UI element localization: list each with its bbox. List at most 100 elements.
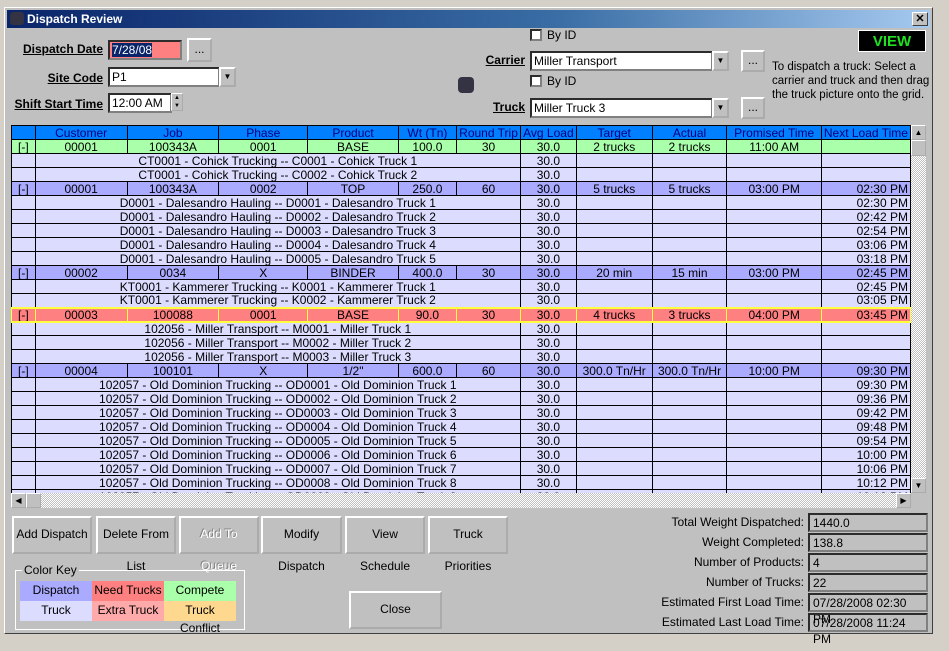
column-header[interactable]: Avg Load xyxy=(519,125,577,140)
truck-row[interactable]: 102057 - Old Dominion Trucking -- OD0001… xyxy=(11,377,911,392)
row-spacer xyxy=(11,447,36,462)
modify-dispatch-button[interactable]: Modify Dispatch xyxy=(261,516,342,573)
dispatch-grid[interactable]: Customer Job Phase Product Wt (Tn) Round Trip… xyxy=(11,125,911,493)
dispatch-row[interactable]: [-] 00003 100088 0001 BASE 90.0 30 30.0 4 trucks… xyxy=(11,306,911,323)
column-header[interactable]: Customer xyxy=(34,125,128,140)
grid-cell: 09:48 PM xyxy=(820,419,911,434)
grid-cell: 30.0 xyxy=(519,139,577,154)
stat-label: Estimated Last Load Time: xyxy=(661,615,804,629)
truck-row[interactable]: 102056 - Miller Transport -- M0001 - Mil… xyxy=(11,321,911,336)
truck-row[interactable]: KT0001 - Kammerer Trucking -- K0002 - Ka… xyxy=(11,293,911,308)
site-code-dropdown-icon[interactable]: ▼ xyxy=(219,67,236,87)
grid-cell: 00004 xyxy=(34,363,128,378)
site-code-select[interactable]: P1 xyxy=(108,67,220,87)
grid-cell xyxy=(726,405,822,420)
truck-row[interactable]: 102057 - Old Dominion Trucking -- OD0004… xyxy=(11,419,911,434)
delete-from-list-button[interactable]: Delete From List xyxy=(96,516,176,573)
truck-row[interactable]: 102057 - Old Dominion Trucking -- OD0007… xyxy=(11,461,911,476)
grid-cell xyxy=(575,433,653,448)
view-schedule-button[interactable]: View Schedule xyxy=(345,516,425,573)
truck-row[interactable]: KT0001 - Kammerer Trucking -- K0001 - Ka… xyxy=(11,279,911,294)
column-header[interactable]: Job xyxy=(126,125,220,140)
scroll-up-icon[interactable]: ▲ xyxy=(911,125,926,140)
add-dispatch-button[interactable]: Add Dispatch xyxy=(12,516,92,554)
close-window-button[interactable]: ✕ xyxy=(912,12,928,26)
dispatch-row[interactable]: [-] 00001 100343A 0001 BASE 100.0 30 30.0 2 truc… xyxy=(11,139,911,154)
grid-cell: 02:45 PM xyxy=(820,265,911,280)
row-spacer xyxy=(11,279,36,294)
expand-toggle[interactable]: [-] xyxy=(11,139,36,154)
horizontal-scroll-thumb[interactable] xyxy=(26,493,41,508)
truck-row[interactable]: 102057 - Old Dominion Trucking -- OD0003… xyxy=(11,405,911,420)
dispatch-date-input[interactable]: 7/28/08 xyxy=(108,40,182,60)
dispatch-row[interactable]: [-] 00001 100343A 0002 TOP 250.0 60 30.0 5 truck… xyxy=(11,181,911,196)
grid-cell: 30.0 xyxy=(519,195,577,210)
grid-cell: 0001 xyxy=(218,139,309,154)
column-header[interactable]: Promised Time xyxy=(726,125,822,140)
expand-toggle[interactable]: [-] xyxy=(11,306,36,323)
draggable-truck-icon[interactable] xyxy=(458,77,474,93)
truck-dropdown-icon[interactable]: ▼ xyxy=(712,98,729,118)
carrier-browse-button[interactable]: ... xyxy=(741,50,765,72)
row-spacer xyxy=(11,475,36,490)
shift-start-spinner[interactable]: ▲ ▼ xyxy=(171,93,183,111)
expand-toggle[interactable]: [-] xyxy=(11,363,36,378)
grid-cell: 30.0 xyxy=(519,447,577,462)
truck-row[interactable]: 102057 - Old Dominion Trucking -- OD0002… xyxy=(11,391,911,406)
truck-priorities-button[interactable]: Truck Priorities xyxy=(428,516,508,573)
grid-cell: BINDER xyxy=(307,265,399,280)
grid-cell: 09:30 PM xyxy=(820,377,911,392)
carrier-dropdown-icon[interactable]: ▼ xyxy=(712,51,729,71)
key-dispatch: Dispatch xyxy=(20,581,92,601)
truck-row[interactable]: 102057 - Old Dominion Trucking -- OD0006… xyxy=(11,447,911,462)
grid-cell xyxy=(820,167,911,182)
truck-row[interactable]: 102056 - Miller Transport -- M0003 - Mil… xyxy=(11,349,911,364)
truck-row[interactable]: D0001 - Dalesandro Hauling -- D0005 - Da… xyxy=(11,251,911,266)
truck-select[interactable]: Miller Truck 3 xyxy=(530,98,713,118)
grid-cell: 02:30 PM xyxy=(820,181,911,196)
column-header[interactable] xyxy=(11,125,36,140)
dispatch-row[interactable]: [-] 00002 0034 X BINDER 400.0 30 30.0 20 min 15 m… xyxy=(11,265,911,280)
close-button[interactable]: Close xyxy=(349,591,442,629)
truck-label: Truck xyxy=(492,100,525,114)
grid-cell xyxy=(726,475,822,490)
key-truck: Truck xyxy=(20,601,92,621)
scroll-right-icon[interactable]: ▶ xyxy=(896,493,911,508)
column-header[interactable]: Round Trip xyxy=(456,125,521,140)
column-header[interactable]: Phase xyxy=(218,125,309,140)
truck-row[interactable]: 102057 - Old Dominion Trucking -- OD0008… xyxy=(11,475,911,490)
grid-cell: X xyxy=(218,265,309,280)
truck-by-id-checkbox[interactable] xyxy=(530,75,542,87)
stat-label: Total Weight Dispatched: xyxy=(671,515,804,529)
scroll-down-icon[interactable]: ▼ xyxy=(911,478,926,493)
column-header[interactable]: Wt (Tn) xyxy=(397,125,458,140)
truck-row[interactable]: CT0001 - Cohick Trucking -- C0002 - Cohi… xyxy=(11,167,911,182)
vertical-scrollbar[interactable]: ▲ ▼ xyxy=(911,125,926,493)
grid-cell: 30 xyxy=(456,139,521,154)
vertical-scroll-thumb[interactable] xyxy=(911,140,926,156)
truck-row[interactable]: D0001 - Dalesandro Hauling -- D0001 - Da… xyxy=(11,195,911,210)
shift-start-input[interactable]: 12:00 AM xyxy=(108,93,172,113)
truck-row[interactable]: 102057 - Old Dominion Trucking -- OD0005… xyxy=(11,433,911,448)
dispatch-date-picker-button[interactable]: ... xyxy=(187,38,212,62)
expand-toggle[interactable]: [-] xyxy=(11,265,36,280)
column-header[interactable]: Target xyxy=(575,125,653,140)
truck-row[interactable]: D0001 - Dalesandro Hauling -- D0004 - Da… xyxy=(11,237,911,252)
column-header[interactable]: Next Load Time xyxy=(820,125,911,140)
expand-toggle[interactable]: [-] xyxy=(11,181,36,196)
truck-row[interactable]: 102056 - Miller Transport -- M0002 - Mil… xyxy=(11,335,911,350)
truck-row[interactable]: CT0001 - Cohick Trucking -- C0001 - Cohi… xyxy=(11,153,911,168)
carrier-by-id-checkbox[interactable] xyxy=(530,29,542,41)
truck-row[interactable]: D0001 - Dalesandro Hauling -- D0003 - Da… xyxy=(11,223,911,238)
truck-row[interactable]: D0001 - Dalesandro Hauling -- D0002 - Da… xyxy=(11,209,911,224)
grid-cell xyxy=(651,321,728,336)
carrier-select[interactable]: Miller Transport xyxy=(530,51,713,71)
site-code-label: Site Code xyxy=(47,71,103,85)
horizontal-scrollbar[interactable]: ◀ ▶ xyxy=(11,493,911,508)
column-header[interactable]: Actual xyxy=(651,125,728,140)
column-header[interactable]: Product xyxy=(307,125,399,140)
key-compete: Compete xyxy=(164,581,236,601)
scroll-left-icon[interactable]: ◀ xyxy=(11,493,26,508)
truck-browse-button[interactable]: ... xyxy=(741,97,765,119)
dispatch-row[interactable]: [-] 00004 100101 X 1/2" 600.0 60 30.0 300.0 Tn/H… xyxy=(11,363,911,378)
